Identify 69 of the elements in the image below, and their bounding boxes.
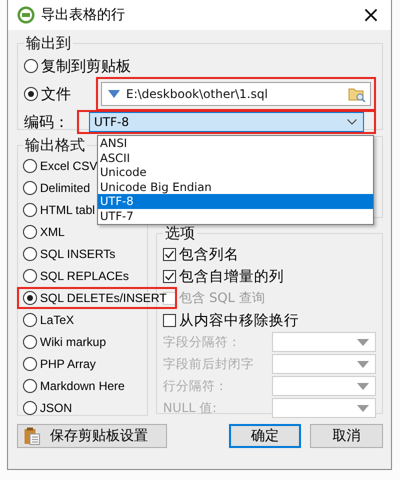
dialog-button[interactable]: 确定 <box>228 424 302 448</box>
checkbox[interactable] <box>163 314 176 326</box>
radio-button[interactable] <box>23 269 37 283</box>
file-path-field[interactable]: E:\deskbook\other\1.sql <box>101 82 371 106</box>
save-settings-button[interactable]: 保存剪贴板设置 <box>17 424 167 448</box>
encoding-option[interactable]: Unicode <box>98 165 373 180</box>
radio-label: Wiki markup <box>40 335 106 349</box>
triangle-icon <box>357 360 369 368</box>
radio-label: LaTeX <box>40 313 74 327</box>
dropdown-field[interactable] <box>272 354 376 374</box>
encoding-label: 编码： <box>24 112 70 132</box>
radio-label: 文件 <box>41 84 72 104</box>
checkbox[interactable] <box>163 270 176 282</box>
encoding-option[interactable]: UTF-8 <box>98 194 373 209</box>
window-title: 导出表格的行 <box>41 6 125 24</box>
dropdown-field[interactable] <box>272 398 376 418</box>
radio-button[interactable] <box>23 335 37 349</box>
radio-button[interactable] <box>23 357 37 371</box>
triangle-icon <box>108 90 120 98</box>
encoding-dropdown[interactable]: UTF-8 <box>89 112 364 132</box>
radio-label: SQL REPLACEs <box>40 269 129 283</box>
field-label: NULL 值: <box>163 400 218 416</box>
radio-button[interactable] <box>23 159 37 173</box>
triangle-icon <box>357 338 369 346</box>
radio-label: XML <box>40 225 65 239</box>
dialog-button[interactable]: 取消 <box>310 424 383 448</box>
radio-button[interactable] <box>23 379 37 393</box>
radio-button[interactable] <box>24 87 38 101</box>
encoding-option[interactable]: ANSI <box>98 136 373 151</box>
group-title: 输出格式 <box>24 136 86 155</box>
radio-label: SQL DELETEs/INSERT <box>40 291 167 305</box>
checkbox-label: 包含自增量的列 <box>179 268 284 286</box>
close-button[interactable]: × <box>351 0 391 30</box>
radio-button[interactable] <box>23 401 37 415</box>
encoding-option[interactable]: UTF-7 <box>98 208 373 224</box>
checkbox-label: 包含 SQL 查询 <box>179 290 265 307</box>
encoding-option[interactable]: Unicode Big Endian <box>98 180 373 194</box>
radio-button[interactable] <box>23 313 37 327</box>
radio-label: 复制到剪贴板 <box>41 56 131 76</box>
radio-label: Delimited <box>40 181 90 195</box>
radio-button[interactable] <box>23 247 37 261</box>
folder-search-icon <box>348 86 366 102</box>
radio-label: HTML tabl <box>40 203 95 217</box>
radio-label: SQL INSERTs <box>40 247 116 261</box>
radio-button[interactable] <box>23 225 37 239</box>
field-label: 行分隔符： <box>163 378 229 394</box>
checkbox-label: 从内容中移除换行 <box>179 312 299 330</box>
dropdown-field[interactable] <box>272 376 376 396</box>
radio-label: JSON <box>40 401 72 415</box>
dropdown-field[interactable] <box>272 332 376 352</box>
field-label: 字段分隔符： <box>163 334 242 350</box>
radio-button[interactable] <box>23 291 37 305</box>
checkbox-label: 包含列名 <box>179 246 239 264</box>
group-title: 输出到 <box>25 34 72 53</box>
radio-button[interactable] <box>24 59 38 73</box>
app-logo-icon <box>17 6 35 24</box>
triangle-icon <box>357 404 369 412</box>
radio-button[interactable] <box>23 181 37 195</box>
radio-label: Excel CSV <box>40 159 98 173</box>
chevron-down-icon <box>347 119 357 125</box>
radio-button[interactable] <box>23 203 37 217</box>
clipboard-icon <box>24 427 40 445</box>
radio-label: PHP Array <box>40 357 96 371</box>
group-title: 选项 <box>164 224 196 243</box>
checkbox[interactable] <box>163 248 176 260</box>
triangle-icon <box>357 382 369 390</box>
encoding-option[interactable]: ASCII <box>98 150 373 166</box>
field-label: 字段前后封闭字 <box>163 356 255 372</box>
radio-label: Markdown Here <box>40 379 125 393</box>
